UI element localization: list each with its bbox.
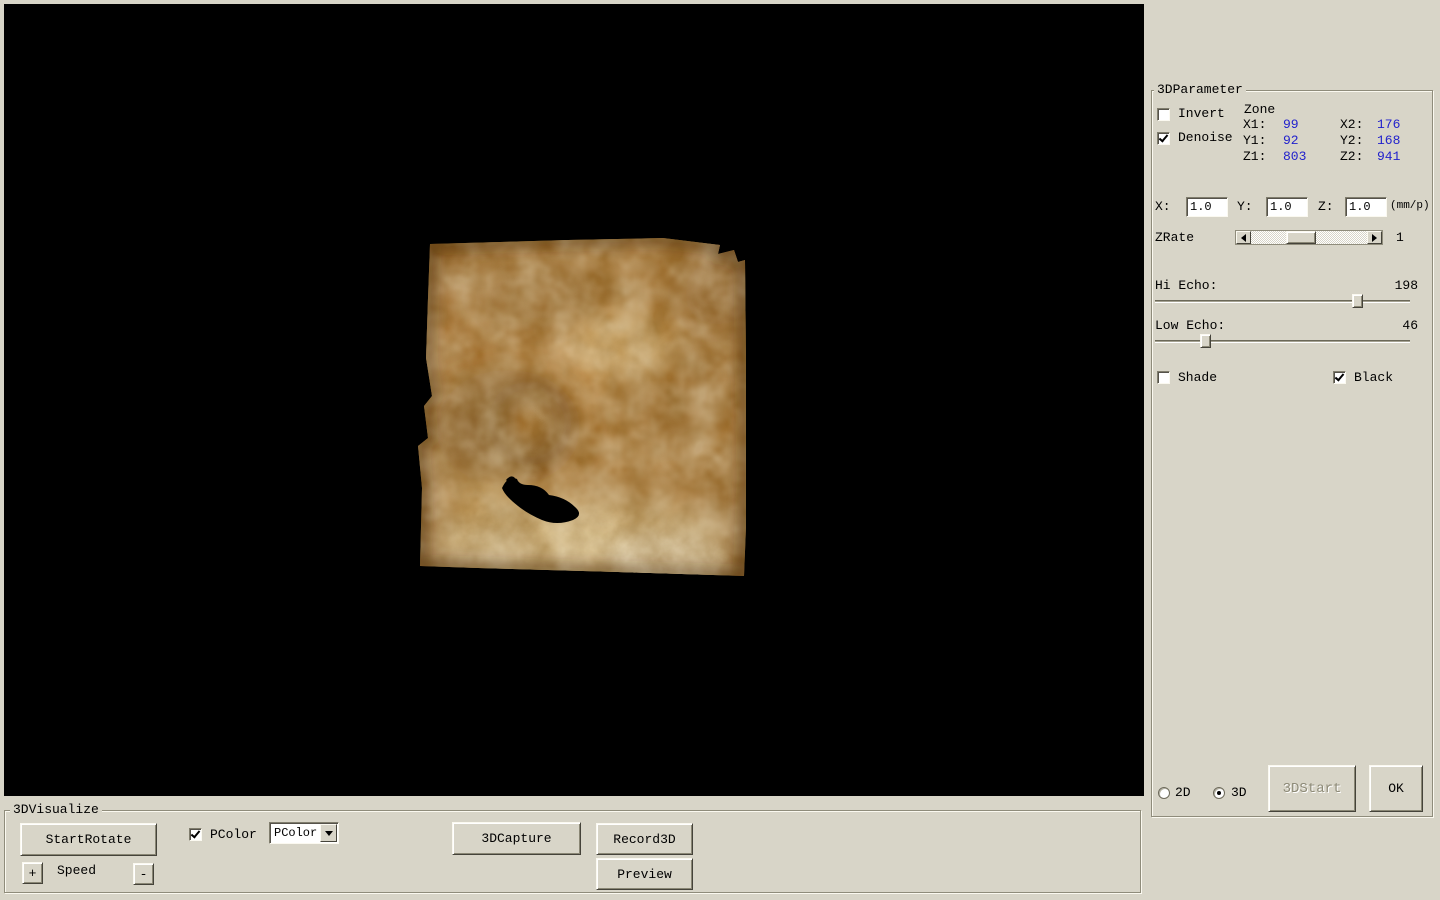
low-echo-slider-thumb[interactable] xyxy=(1200,334,1211,348)
black-checkbox[interactable] xyxy=(1333,371,1346,384)
pcolor-dropdown-button[interactable] xyxy=(320,824,337,842)
hi-echo-slider-thumb[interactable] xyxy=(1352,294,1363,308)
spacing-unit-label: (mm/p) xyxy=(1390,199,1430,213)
pcolor-dropdown[interactable]: PColor xyxy=(269,822,339,844)
zone-y1-value: 92 xyxy=(1283,134,1299,148)
hi-echo-slider-track[interactable] xyxy=(1155,300,1410,303)
zone-x2-value: 176 xyxy=(1377,118,1400,132)
parameter-group-title: 3DParameter xyxy=(1154,83,1246,97)
zrate-label: ZRate xyxy=(1155,231,1194,245)
denoise-checkbox[interactable] xyxy=(1157,132,1170,145)
y-spacing-label: Y: xyxy=(1237,200,1253,214)
mode-2d-label: 2D xyxy=(1175,786,1191,800)
render-viewport-3d[interactable] xyxy=(4,4,1144,796)
start-rotate-button[interactable]: StartRotate xyxy=(20,823,157,856)
volume-render-area xyxy=(418,238,746,578)
ok-button[interactable]: OK xyxy=(1369,765,1423,812)
y-spacing-input[interactable] xyxy=(1266,197,1308,217)
zone-y2-label: Y2: xyxy=(1340,134,1363,148)
zone-y2-value: 168 xyxy=(1377,134,1400,148)
pcolor-checkbox[interactable] xyxy=(189,828,202,841)
scroll-left-icon xyxy=(1241,234,1246,242)
mode-3d-radio[interactable] xyxy=(1213,787,1225,799)
x-spacing-label: X: xyxy=(1155,200,1171,214)
invert-checkbox[interactable] xyxy=(1157,108,1170,121)
zrate-value: 1 xyxy=(1396,231,1404,245)
zone-z2-value: 941 xyxy=(1377,150,1400,164)
black-label: Black xyxy=(1354,371,1393,385)
zrate-scroll-right-button[interactable] xyxy=(1367,231,1382,244)
low-echo-slider[interactable] xyxy=(1155,334,1410,348)
hi-echo-label: Hi Echo: xyxy=(1155,279,1217,293)
zrate-scrollbar[interactable] xyxy=(1235,230,1383,245)
zone-title: Zone xyxy=(1244,103,1275,117)
z-spacing-input[interactable] xyxy=(1345,197,1387,217)
zrate-scrollbar-thumb[interactable] xyxy=(1286,231,1316,244)
low-echo-value: 46 xyxy=(1392,319,1418,333)
mode-2d-radio[interactable] xyxy=(1158,787,1170,799)
low-echo-label: Low Echo: xyxy=(1155,319,1225,333)
shade-label: Shade xyxy=(1178,371,1217,385)
zone-x2-label: X2: xyxy=(1340,118,1363,132)
z-spacing-label: Z: xyxy=(1318,200,1334,214)
zone-z1-value: 803 xyxy=(1283,150,1306,164)
shade-checkbox[interactable] xyxy=(1157,371,1170,384)
zone-z1-label: Z1: xyxy=(1243,150,1266,164)
speed-plus-button[interactable]: + xyxy=(22,862,43,884)
zrate-scroll-left-button[interactable] xyxy=(1236,231,1251,244)
preview-button[interactable]: Preview xyxy=(596,858,693,890)
hi-echo-slider[interactable] xyxy=(1155,294,1410,308)
zone-x1-label: X1: xyxy=(1243,118,1266,132)
x-spacing-input[interactable] xyxy=(1186,197,1228,217)
zone-y1-label: Y1: xyxy=(1243,134,1266,148)
invert-label: Invert xyxy=(1178,107,1225,121)
zone-x1-value: 99 xyxy=(1283,118,1299,132)
scroll-right-icon xyxy=(1372,234,1377,242)
zrate-scrollbar-track[interactable] xyxy=(1251,231,1367,244)
pcolor-checkbox-label: PColor xyxy=(210,828,257,842)
chevron-down-icon xyxy=(325,831,333,836)
ultrasound-volume-image xyxy=(418,238,746,578)
capture-3d-button[interactable]: 3DCapture xyxy=(452,822,581,855)
speed-minus-button[interactable]: - xyxy=(133,863,154,885)
denoise-label: Denoise xyxy=(1178,131,1233,145)
record-3d-button[interactable]: Record3D xyxy=(596,823,693,855)
speed-label: Speed xyxy=(57,864,96,878)
start-3d-button[interactable]: 3DStart xyxy=(1268,765,1356,812)
low-echo-slider-track[interactable] xyxy=(1155,340,1410,343)
zone-z2-label: Z2: xyxy=(1340,150,1363,164)
mode-3d-label: 3D xyxy=(1231,786,1247,800)
hi-echo-value: 198 xyxy=(1392,279,1418,293)
visualize-group-title: 3DVisualize xyxy=(10,803,102,817)
pcolor-dropdown-value: PColor xyxy=(270,826,319,840)
